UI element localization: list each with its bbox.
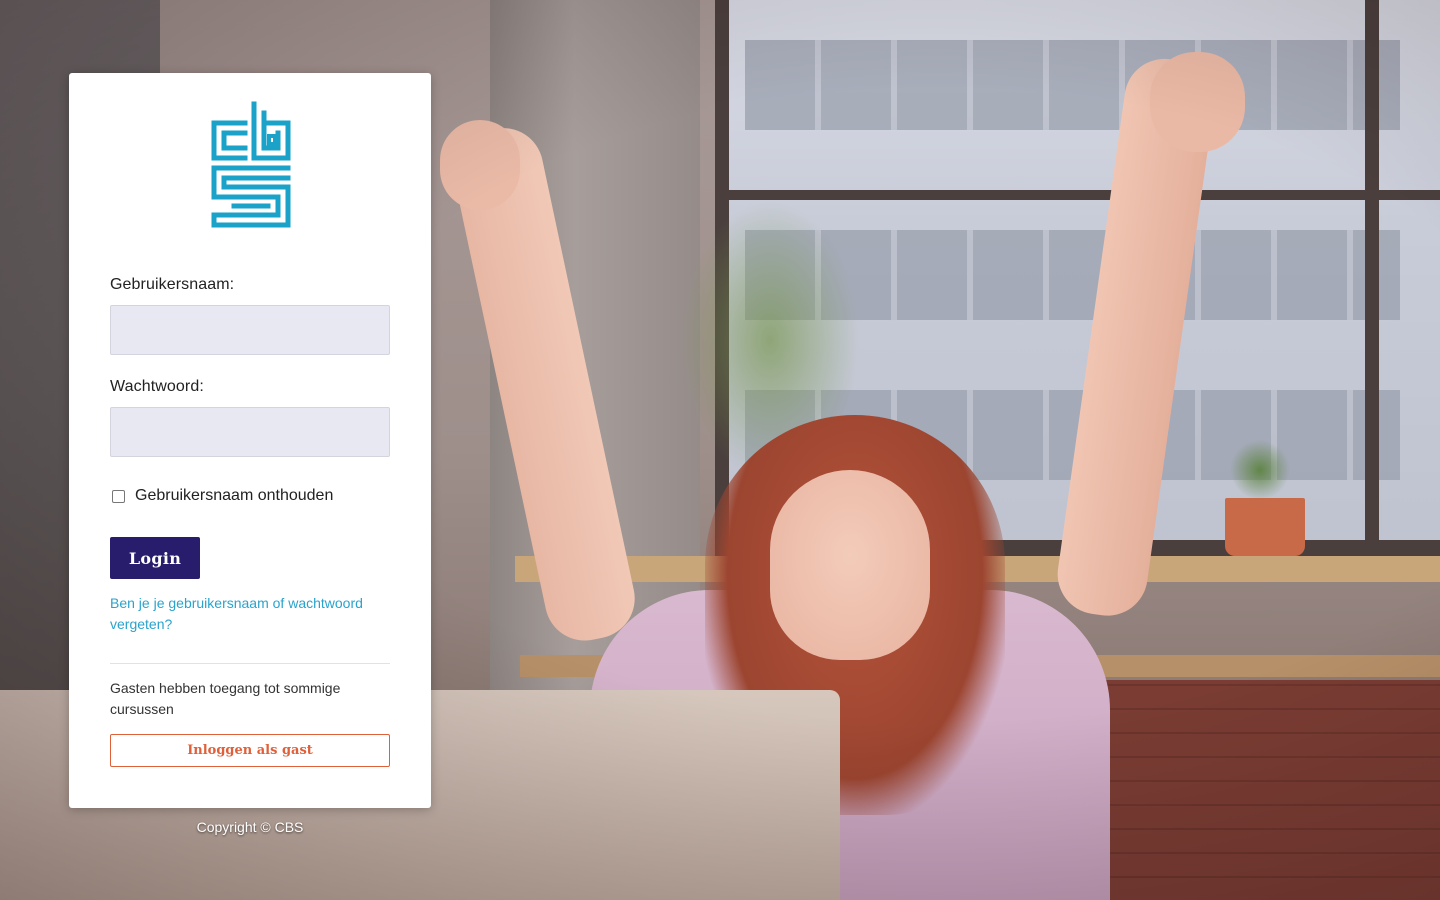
login-button[interactable]: Login (110, 537, 200, 579)
divider (110, 663, 390, 664)
forgot-credentials-link[interactable]: Ben je je gebruikersnaam of wachtwoord v… (110, 593, 400, 635)
cbs-logo-icon (209, 101, 293, 229)
login-card: Gebruikersnaam: Wachtwoord: Gebruikersna… (69, 73, 431, 808)
password-label: Wachtwoord: (110, 378, 204, 395)
guest-access-note: Gasten hebben toegang tot sommige cursus… (110, 680, 341, 717)
guest-login-button[interactable]: Inloggen als gast (110, 734, 390, 767)
username-label: Gebruikersnaam: (110, 276, 235, 293)
username-input[interactable] (110, 305, 390, 355)
remember-checkbox[interactable] (112, 489, 125, 503)
password-input[interactable] (110, 407, 390, 457)
remember-username: Gebruikersnaam onthouden (110, 487, 333, 505)
copyright-text: Copyright © CBS (196, 819, 304, 835)
remember-label[interactable]: Gebruikersnaam onthouden (135, 487, 333, 505)
